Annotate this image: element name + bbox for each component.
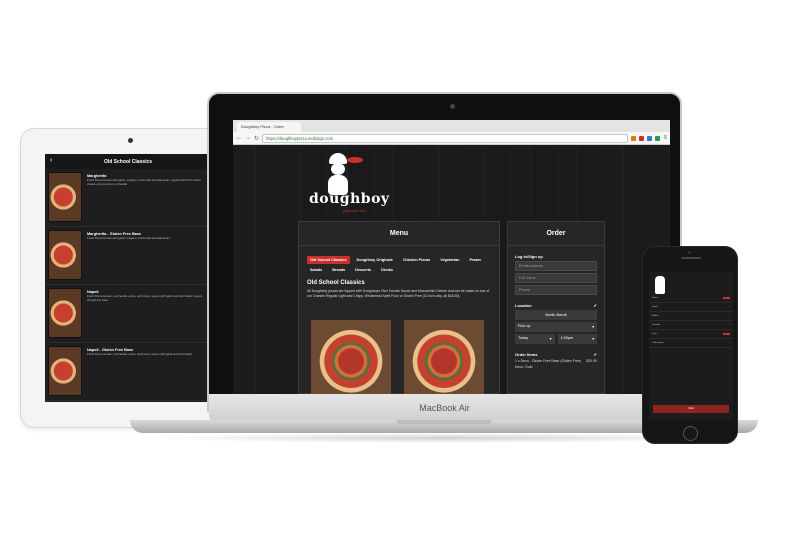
status-badge [723,297,730,299]
pizza-image[interactable] [311,320,391,394]
extension-icon[interactable] [647,135,653,141]
iphone-row[interactable]: Mobile › [649,312,733,321]
menu-list-item[interactable]: Napoli Fresh Roma tomato, mozzarella, ol… [45,285,211,343]
extension-icon[interactable] [655,135,661,141]
iphone-row[interactable]: Email › [649,303,733,312]
method-select[interactable]: Pick up ▾ [515,322,597,332]
login-label[interactable]: Log in/Sign up [515,254,543,259]
check-icon: ✔ [593,303,597,308]
iphone-camera [688,251,691,254]
category-tab[interactable]: Prawn [466,256,483,264]
ipad-title: Old School Classics [103,158,153,165]
chef-mascot-icon [323,153,363,195]
category-tabs: Old School Classics Doughboy Originals C… [299,246,499,274]
menu-heading: Menu [299,222,499,246]
chevron-down-icon: ▾ [592,325,594,329]
order-items-label: Order Items [515,352,538,357]
location-section: Location ✔ [508,303,604,308]
extension-icon[interactable] [639,135,645,141]
category-tab[interactable]: Doughboy Originals [354,256,396,264]
laptop-camera [450,104,455,109]
browser-tabstrip: Doughboy Pizza - Order [233,120,670,132]
order-panel: Order Log in/Sign up Email address Full … [507,221,605,394]
doughboy-logo[interactable]: doughboy pizza with love [309,153,389,215]
iphone-device: Name Email › Mobile › Location › Time Order… [642,246,738,444]
address-bar[interactable]: https://doughboypizza.mobi2go.com [262,133,629,143]
laptop-brand: MacBook Air [419,403,470,413]
location-button[interactable]: North Bondi [515,310,597,320]
iphone-speaker [681,257,701,259]
category-tab[interactable]: Vegetarian [437,256,462,264]
extension-icon[interactable] [631,135,637,141]
order-line[interactable]: 1 x Deco - Gluten Free Base (Gluten Free… [508,357,604,363]
laptop-notch [396,420,492,424]
day-select[interactable]: Today ▾ [515,334,555,344]
browser-tab[interactable]: Doughboy Pizza - Order [237,122,301,132]
reload-icon[interactable]: ↻ [254,135,259,142]
order-line-name: 1 x Deco - Gluten Free Base (Gluten Free… [515,359,582,363]
pizza-image[interactable] [404,320,484,394]
web-page: doughboy pizza with love Menu Old School… [233,145,670,394]
ipad-camera [128,138,133,143]
logo-wordmark: doughboy [309,191,390,207]
order-line-price: $20.00 [586,359,597,363]
location-label: Location [515,303,532,308]
iphone-row[interactable]: Name [649,294,733,303]
item-description: Fresh Roma tomato with garlic, oregano, … [87,236,170,240]
iphone-row[interactable]: Time [649,330,733,339]
check-icon: ✔ [593,352,597,357]
laptop-screen: Doughboy Pizza - Order ← → ↻ https://dou… [233,120,670,394]
item-description: Fresh Roma tomato, mozzarella, olives, a… [87,294,202,302]
iphone-row[interactable]: Order Items › [649,339,733,348]
home-button[interactable] [683,426,698,441]
menu-list-item[interactable]: Margherita - Gluten Free Base Fresh Roma… [45,227,211,285]
item-description: Fresh Roma tomato with garlic, oregano, … [87,178,201,186]
logo-tagline: pizza with love [343,209,366,213]
chevron-down-icon: ▾ [549,337,552,341]
fullname-field[interactable]: Full name [515,273,597,283]
menu-list-item[interactable]: Margherita Fresh Roma tomato with garlic… [45,169,211,227]
section-title: Old School Classics [307,280,365,286]
login-section: Log in/Sign up [508,254,604,259]
back-icon[interactable]: ← [236,135,242,141]
chef-mascot-icon [655,276,665,294]
laptop-bezel-bottom: MacBook Air [209,394,680,422]
chevron-down-icon: ▾ [592,337,594,341]
category-tab[interactable]: Desserts [352,266,374,274]
pizza-thumbnail [48,230,82,280]
iphone-row[interactable]: Location › [649,321,733,330]
phone-field[interactable]: Phone [515,285,597,295]
time-select[interactable]: 1:00pm ▾ [557,334,597,344]
ipad-device: ‹ Old School Classics Margherita Fresh R… [20,128,234,428]
category-tab[interactable]: Breads [329,266,348,274]
section-description: All Doughboy pizzas are topped with Doug… [307,289,490,298]
order-line-note: Deco: Gold [515,365,533,369]
menu-panel: Menu Old School Classics Doughboy Origin… [298,221,500,394]
back-arrow-icon[interactable]: ‹ [50,157,52,164]
browser-menu-icon[interactable]: ≡ [663,135,667,141]
category-tab[interactable]: Old School Classics [307,256,350,264]
pizza-thumbnail [48,288,82,338]
ipad-header: ‹ Old School Classics [45,154,211,169]
email-field[interactable]: Email address [515,261,597,271]
ipad-screen: ‹ Old School Classics Margherita Fresh R… [45,154,211,402]
category-tab[interactable]: Chicken Pizzas [400,256,433,264]
browser-toolbar: ← → ↻ https://doughboypizza.mobi2go.com … [233,132,670,145]
order-heading: Order [508,222,604,246]
item-description: Fresh Roma tomato, mozzarella, olives, a… [87,352,192,356]
pizza-thumbnail [48,172,82,222]
iphone-screen: Name Email › Mobile › Location › Time Order… [649,272,733,420]
category-tab[interactable]: Salads [307,266,325,274]
category-tab[interactable]: Drinks [378,266,396,274]
order-button[interactable]: Order [653,405,729,413]
pizza-thumbnail [48,346,82,396]
menu-list-item[interactable]: Napoli - Gluten Free Base Fresh Roma tom… [45,343,211,401]
device-mockup-stage: ‹ Old School Classics Margherita Fresh R… [0,0,800,533]
forward-icon[interactable]: → [245,135,251,141]
